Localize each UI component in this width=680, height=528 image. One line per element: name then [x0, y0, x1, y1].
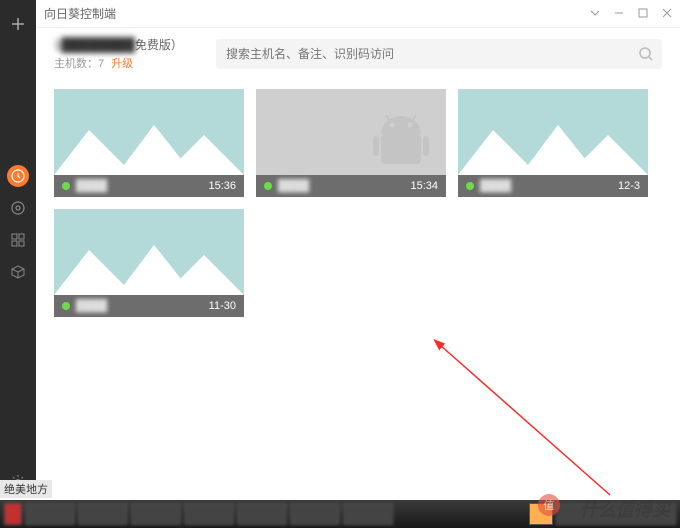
nav-recent[interactable] [7, 165, 29, 187]
task-item[interactable] [25, 503, 75, 525]
task-item[interactable] [4, 503, 22, 525]
close-button[interactable] [662, 7, 672, 21]
add-button[interactable] [0, 8, 36, 40]
card-footer: ████11-30 [54, 295, 244, 317]
task-item[interactable] [78, 503, 128, 525]
host-time: 11-30 [209, 300, 236, 312]
host-card[interactable]: ████11-30 [54, 209, 244, 317]
plan-suffix: 免费版） [135, 38, 183, 52]
status-online-icon [466, 182, 474, 190]
status-online-icon [62, 302, 70, 310]
header: 1████████免费版） 主机数：7 升级 [36, 28, 680, 79]
task-item[interactable] [237, 503, 287, 525]
host-name: ████ [76, 300, 209, 312]
task-item[interactable] [184, 503, 234, 525]
titlebar: 向日葵控制端 [36, 0, 680, 28]
host-name: ████ [278, 180, 410, 192]
task-item[interactable] [343, 503, 393, 525]
host-time: 15:36 [208, 180, 236, 192]
host-card[interactable]: ████15:34 [256, 89, 446, 197]
host-card[interactable]: ████12-3 [458, 89, 648, 197]
tray[interactable] [556, 503, 676, 525]
task-item[interactable] [290, 503, 340, 525]
host-name: ████ [76, 180, 208, 192]
search-input[interactable] [216, 39, 662, 69]
nav-grid[interactable] [0, 224, 36, 256]
host-name: ████ [480, 180, 618, 192]
status-online-icon [264, 182, 272, 190]
host-card[interactable]: ████15:36 [54, 89, 244, 197]
nav-discover[interactable] [0, 192, 36, 224]
card-footer: ████15:36 [54, 175, 244, 197]
host-time: 15:34 [410, 180, 438, 192]
maximize-button[interactable] [638, 7, 648, 21]
status-online-icon [62, 182, 70, 190]
host-count: 主机数：7 [54, 58, 104, 70]
host-grid: ████15:36████15:34████12-3████11-30 [36, 79, 680, 327]
host-time: 12-3 [618, 180, 640, 192]
watermark-badge: 值 [538, 494, 560, 516]
nav-box[interactable] [0, 256, 36, 288]
minimize-button[interactable] [614, 7, 624, 21]
upgrade-link[interactable]: 升级 [111, 58, 133, 70]
card-footer: ████15:34 [256, 175, 446, 197]
dropdown-icon[interactable] [590, 7, 600, 21]
taskbar [0, 500, 680, 528]
sidebar [0, 0, 36, 498]
card-footer: ████12-3 [458, 175, 648, 197]
task-item[interactable] [131, 503, 181, 525]
account-name: 1████████ [54, 37, 135, 52]
search-icon[interactable] [638, 46, 654, 65]
window-title: 向日葵控制端 [44, 5, 590, 22]
caption-text: 绝美地方 [0, 480, 52, 498]
